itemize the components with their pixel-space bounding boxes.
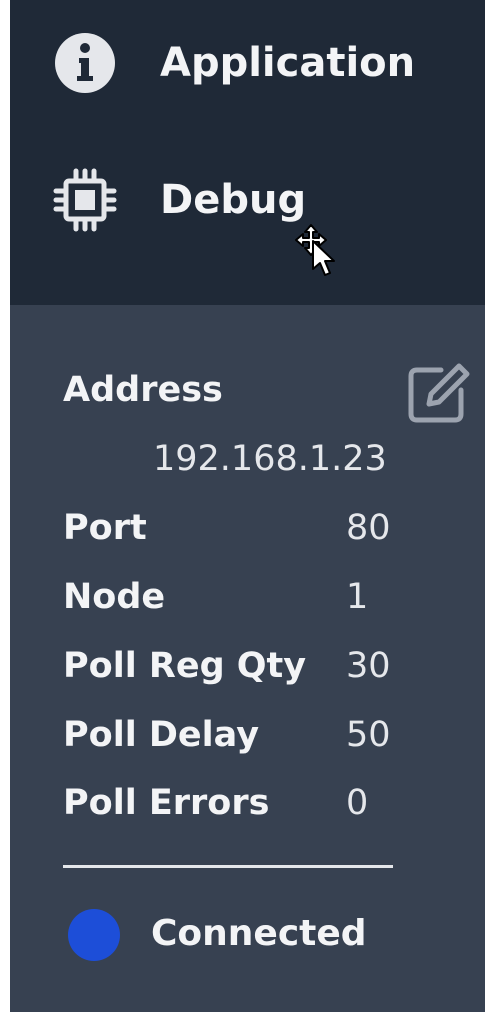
node-label: Node xyxy=(63,577,166,617)
poll-delay-label: Poll Delay xyxy=(63,715,260,755)
info-circle-icon xyxy=(55,33,115,93)
nav-item-debug[interactable]: Debug xyxy=(10,145,485,245)
poll-errors-label: Poll Errors xyxy=(63,783,270,823)
connection-info-panel: Address 192.168.1.23 Port 80 Node 1 Poll… xyxy=(10,305,485,1012)
sidebar-panel: Application Debug Address 192.168.1.23 P… xyxy=(10,0,485,1012)
sidebar-nav: Application Debug xyxy=(10,0,485,305)
poll-errors-value: 0 xyxy=(346,783,369,823)
status-indicator xyxy=(68,909,120,961)
port-label: Port xyxy=(63,508,147,548)
divider xyxy=(63,865,393,868)
nav-item-label: Debug xyxy=(160,177,307,223)
chip-icon xyxy=(53,168,117,232)
address-label: Address xyxy=(63,370,223,410)
move-cursor-icon xyxy=(295,224,335,276)
poll-delay-value: 50 xyxy=(346,715,391,755)
nav-item-label: Application xyxy=(160,40,416,86)
nav-item-application[interactable]: Application xyxy=(10,8,485,108)
poll-reg-qty-label: Poll Reg Qty xyxy=(63,646,307,686)
address-value: 192.168.1.23 xyxy=(153,439,387,479)
node-value: 1 xyxy=(346,577,369,617)
port-value: 80 xyxy=(346,508,391,548)
poll-reg-qty-value: 30 xyxy=(346,646,391,686)
status-text: Connected xyxy=(151,913,367,954)
edit-icon[interactable] xyxy=(405,360,471,426)
